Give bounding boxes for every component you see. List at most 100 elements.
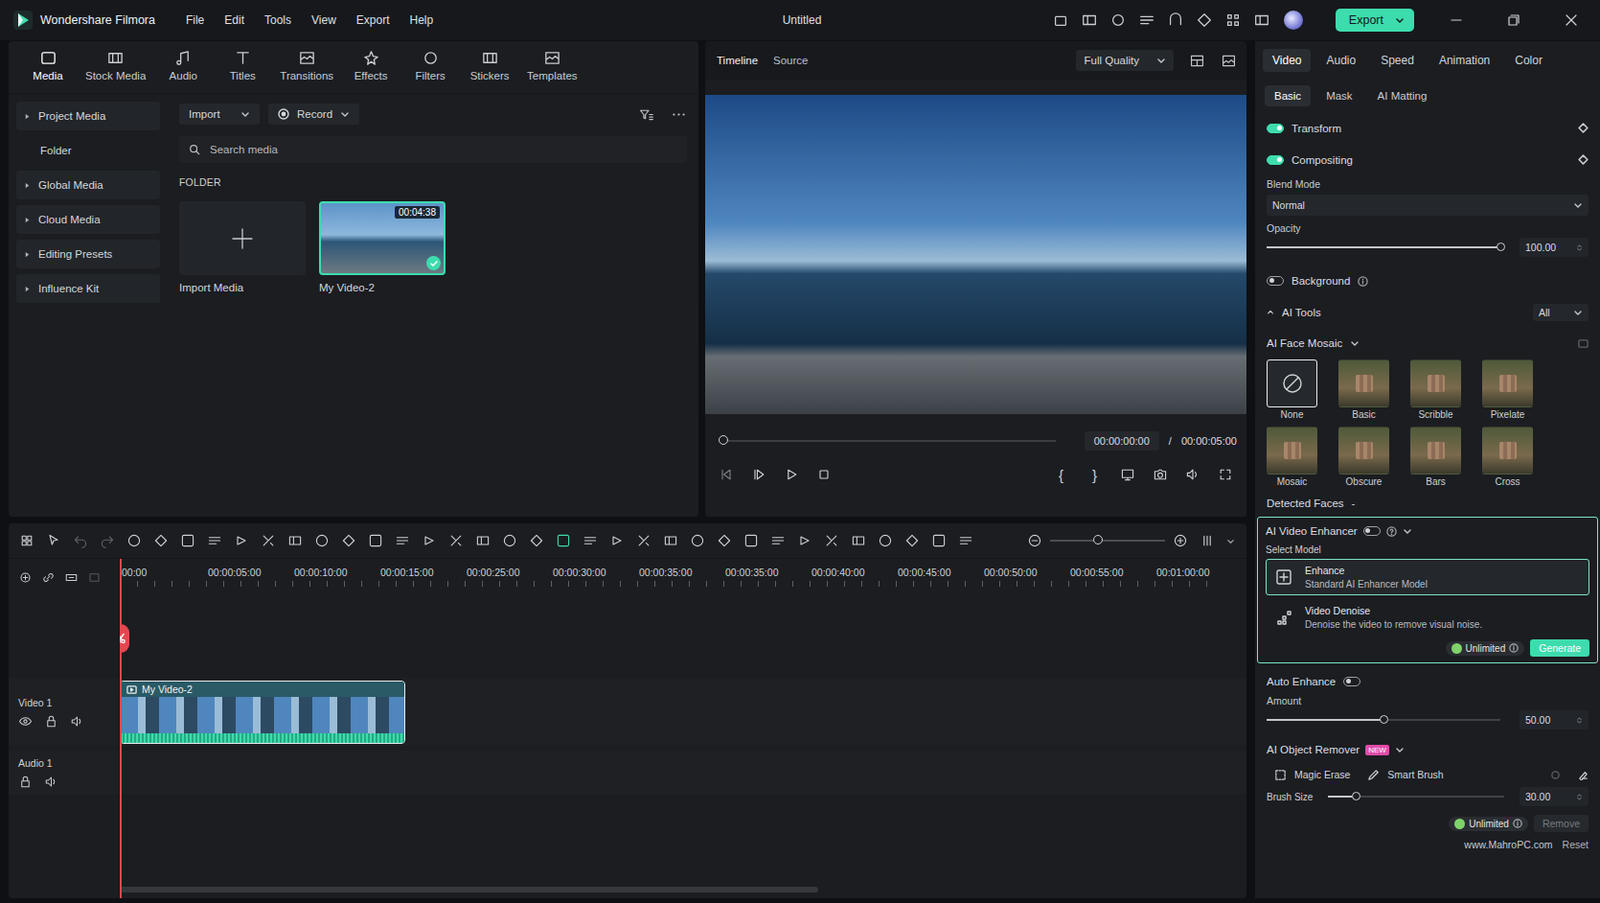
- tool-icon[interactable]: [287, 532, 303, 549]
- lock-icon[interactable]: [44, 713, 59, 729]
- monitor-icon[interactable]: [1120, 466, 1136, 482]
- toolbar-icon[interactable]: [1253, 11, 1271, 29]
- ai-tools-filter[interactable]: All: [1532, 303, 1589, 321]
- mosaic-option[interactable]: Mosaic: [1266, 426, 1318, 490]
- enhancer-toggle[interactable]: [1363, 525, 1381, 536]
- tool-icon[interactable]: [743, 532, 759, 549]
- amount-value[interactable]: 50.00: [1519, 709, 1589, 730]
- media-tab[interactable]: Effects: [344, 46, 397, 84]
- undo-icon[interactable]: [72, 532, 89, 549]
- speaker-icon[interactable]: [44, 774, 59, 789]
- tool-icon[interactable]: [502, 532, 518, 549]
- mosaic-option[interactable]: Pixelate: [1482, 359, 1533, 423]
- minimize-icon[interactable]: [1450, 14, 1463, 26]
- media-tab[interactable]: Titles: [216, 46, 269, 84]
- chevron-down-icon[interactable]: [1394, 744, 1405, 755]
- media-tab[interactable]: Media: [22, 46, 74, 84]
- clip-thumbnail[interactable]: 00:04:38: [319, 201, 446, 275]
- marker-icon[interactable]: [87, 570, 102, 585]
- info-icon[interactable]: [1357, 275, 1369, 287]
- stop-icon[interactable]: [816, 466, 832, 482]
- menu-item[interactable]: Help: [409, 13, 434, 27]
- inspector-subtab[interactable]: Basic: [1264, 85, 1311, 107]
- tool-icon[interactable]: [233, 532, 250, 549]
- tool-icon[interactable]: [180, 532, 196, 549]
- model-option[interactable]: EnhanceStandard AI Enhancer Model: [1265, 558, 1590, 595]
- menu-item[interactable]: View: [311, 13, 337, 27]
- slider-knob[interactable]: [1351, 791, 1361, 800]
- inspector-tab[interactable]: Speed: [1371, 48, 1424, 72]
- snap-icon[interactable]: [64, 570, 79, 585]
- mosaic-option[interactable]: None: [1266, 359, 1318, 423]
- tool-icon[interactable]: [475, 532, 491, 549]
- media-tab[interactable]: Stickers: [463, 46, 516, 84]
- slider-knob[interactable]: [1496, 242, 1506, 252]
- keyframe-diamond-icon[interactable]: [1577, 154, 1589, 165]
- mosaic-option[interactable]: Basic: [1338, 359, 1390, 423]
- tool-icon[interactable]: [367, 532, 384, 549]
- sidebar-item[interactable]: Folder: [16, 136, 160, 165]
- tool-icon[interactable]: [582, 532, 598, 549]
- remove-button[interactable]: Remove: [1533, 814, 1589, 832]
- play-icon[interactable]: [783, 466, 800, 482]
- preview-tab[interactable]: Source: [773, 54, 808, 67]
- zoom-out-icon[interactable]: [1027, 532, 1043, 549]
- scissors-icon[interactable]: [119, 623, 130, 653]
- eye-icon[interactable]: [18, 713, 33, 729]
- media-tab[interactable]: Transitions: [275, 46, 338, 84]
- model-option[interactable]: Video DenoiseDenoise the video to remove…: [1265, 598, 1590, 636]
- mosaic-option[interactable]: Obscure: [1338, 426, 1390, 490]
- toolbar-icon[interactable]: [1051, 11, 1070, 29]
- menu-item[interactable]: Tools: [264, 13, 292, 27]
- camera-icon[interactable]: [1152, 466, 1168, 482]
- layout-icon[interactable]: [1188, 52, 1206, 69]
- generate-button[interactable]: Generate: [1530, 639, 1590, 657]
- transform-toggle[interactable]: [1266, 123, 1284, 134]
- mosaic-option[interactable]: Cross: [1482, 426, 1533, 490]
- import-tile[interactable]: [179, 201, 306, 275]
- tool-icon[interactable]: [206, 532, 223, 549]
- tool-icon[interactable]: [126, 532, 142, 549]
- stepper-icon[interactable]: [1576, 715, 1583, 725]
- tool-icon[interactable]: [153, 532, 169, 549]
- progress-knob[interactable]: [718, 434, 729, 445]
- keyframe-diamond-icon[interactable]: [1577, 122, 1589, 134]
- tool-icon[interactable]: [448, 532, 464, 549]
- auto-enhance-toggle[interactable]: [1343, 676, 1361, 686]
- playhead[interactable]: [119, 558, 131, 898]
- menu-item[interactable]: Export: [356, 13, 390, 27]
- close-icon[interactable]: [1565, 14, 1578, 26]
- media-tab[interactable]: Templates: [523, 46, 581, 84]
- background-toggle[interactable]: [1266, 275, 1284, 286]
- stepper-icon[interactable]: [1576, 243, 1583, 252]
- chevron-down-icon[interactable]: [1349, 338, 1360, 348]
- tool-icon[interactable]: [931, 532, 947, 549]
- reset-button[interactable]: Reset: [1562, 838, 1589, 850]
- image-icon[interactable]: [1220, 52, 1237, 69]
- help-icon[interactable]: [1386, 525, 1397, 537]
- tool-icon[interactable]: [662, 532, 679, 549]
- mosaic-option[interactable]: Bars: [1410, 426, 1462, 490]
- media-item[interactable]: Import Media: [179, 201, 306, 294]
- zoom-knob[interactable]: [1093, 534, 1103, 545]
- horizontal-scrollbar[interactable]: [119, 886, 1247, 892]
- collapse-arrow-icon[interactable]: [1266, 308, 1275, 317]
- progress-track[interactable]: [720, 439, 1056, 442]
- info-icon[interactable]: [1508, 642, 1519, 653]
- undo-brush-icon[interactable]: [1550, 769, 1561, 780]
- tool-icon[interactable]: [636, 532, 652, 549]
- inspector-tab[interactable]: Color: [1505, 48, 1553, 72]
- sidebar-item[interactable]: Cloud Media: [16, 205, 160, 234]
- brush-size-slider[interactable]: [1327, 795, 1505, 798]
- select-tool-icon[interactable]: [45, 532, 62, 549]
- lock-icon[interactable]: [18, 774, 33, 789]
- tool-icon[interactable]: [770, 532, 786, 549]
- stepper-icon[interactable]: [1576, 792, 1583, 801]
- brush-size-value[interactable]: 30.00: [1519, 786, 1589, 806]
- amount-slider[interactable]: [1266, 718, 1501, 721]
- tool-icon[interactable]: [823, 532, 840, 549]
- fullscreen-icon[interactable]: [1217, 466, 1234, 482]
- more-icon[interactable]: [670, 106, 687, 123]
- previous-frame-icon[interactable]: [718, 466, 734, 482]
- toolbar-icon[interactable]: [1109, 11, 1127, 29]
